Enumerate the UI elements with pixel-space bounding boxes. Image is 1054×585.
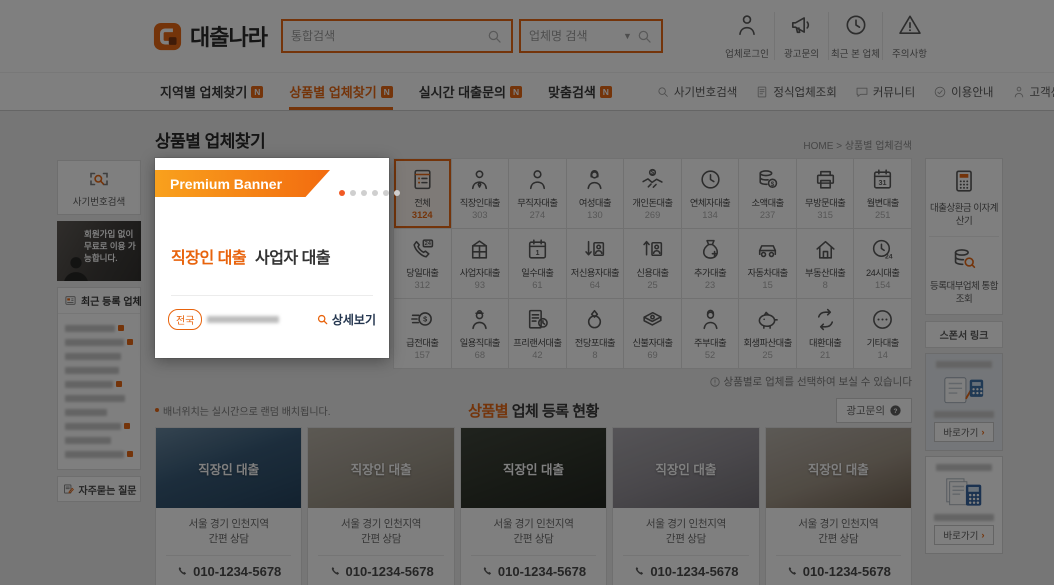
banner-pagination-dots (339, 190, 400, 196)
region-badge: 전국 (168, 309, 202, 330)
pagination-dot[interactable] (350, 190, 356, 196)
pagination-dot[interactable] (383, 190, 389, 196)
banner-detail-link[interactable]: 상세보기 (316, 311, 376, 328)
banner-title: 직장인 대출 사업자 대출 (171, 244, 330, 268)
banner-company-name-masked (207, 310, 315, 328)
pagination-dot[interactable] (372, 190, 378, 196)
banner-title-highlight: 직장인 대출 (171, 250, 246, 267)
premium-banner-ribbon: Premium Banner (155, 170, 330, 197)
banner-title-rest: 사업자 대출 (255, 250, 330, 267)
pagination-dot[interactable] (361, 190, 367, 196)
pagination-dot[interactable] (394, 190, 400, 196)
loan-nara-page: 대출나라 ▼ 업체로그인광고문의최근 본 업체주의사항 지역별 업체찾기N상품별… (0, 0, 1054, 585)
search-icon (316, 313, 329, 326)
pagination-dot[interactable] (339, 190, 345, 196)
premium-banner[interactable]: Premium Banner 직장인 대출 사업자 대출 전국 (155, 158, 389, 358)
banner-divider (171, 295, 373, 296)
